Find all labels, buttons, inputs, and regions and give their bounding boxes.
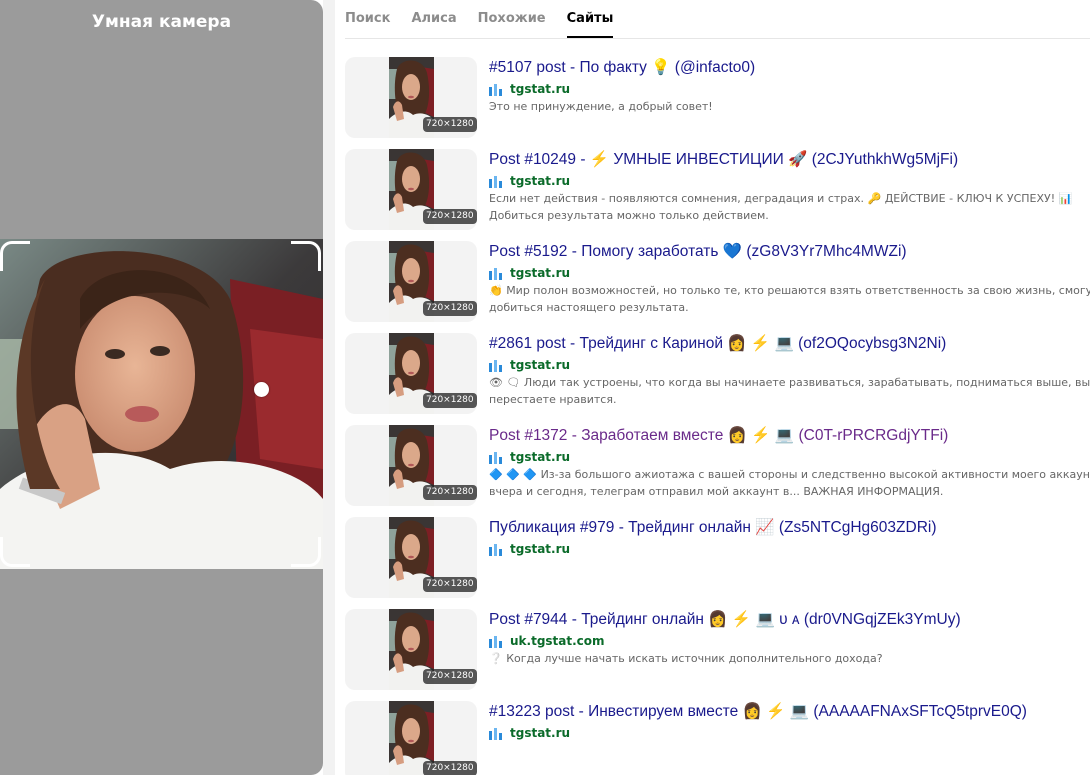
result-snippet-line: ❔ Когда лучше начать искать источник доп… xyxy=(489,652,883,665)
site-name: tgstat.ru xyxy=(510,542,571,556)
tab-sites[interactable]: Сайты xyxy=(566,1,614,38)
site-name: tgstat.ru xyxy=(510,450,571,464)
image-size-badge: 720×1280 xyxy=(423,209,477,224)
result-thumbnail[interactable]: 720×1280 xyxy=(345,149,477,230)
result-item[interactable]: 720×1280 Post #5192 - Помогу заработать 💙… xyxy=(345,241,1090,323)
tab-alice[interactable]: Алиса xyxy=(411,1,456,38)
tab-search[interactable]: Поиск xyxy=(345,1,390,38)
result-snippet: 👁 🗨 Люди так устроены, что когда вы начи… xyxy=(489,375,1090,408)
crop-corner-bottom-left[interactable] xyxy=(0,537,30,567)
site-favicon-icon xyxy=(489,543,510,556)
result-item[interactable]: 720×1280 #5107 post - По факту 💡 (@infact… xyxy=(345,57,1090,139)
result-snippet: 👏 Мир полон возможностей, но только те, … xyxy=(489,283,1090,316)
image-size-badge: 720×1280 xyxy=(423,577,477,592)
smart-camera-panel: Умная камера xyxy=(0,0,323,775)
result-thumbnail[interactable]: 720×1280 xyxy=(345,333,477,414)
result-snippet-line: вчера и сегодня, телеграм отправил мой а… xyxy=(489,484,944,498)
site-favicon-icon xyxy=(489,359,510,372)
result-title-link[interactable]: #5107 post - По факту 💡 (@infacto0) xyxy=(489,58,755,77)
result-snippet-line: 🔷 🔷 🔷 Из-за большого ажиотажа с вашей ст… xyxy=(489,468,1090,481)
image-size-badge: 720×1280 xyxy=(423,485,477,500)
result-item[interactable]: 720×1280 #13223 post - Инвестируем вместе… xyxy=(345,701,1090,775)
result-snippet-line: Это не принуждение, а добрый совет! xyxy=(489,100,713,113)
result-snippet-line: 👁 🗨 Люди так устроены, что когда вы начи… xyxy=(489,376,1090,389)
result-item[interactable]: 720×1280 Post #7944 - Трейдинг онлайн 👩 ⚡… xyxy=(345,609,1090,691)
image-size-badge: 720×1280 xyxy=(423,301,477,316)
site-name: tgstat.ru xyxy=(510,266,571,280)
result-title-link[interactable]: Post #7944 - Трейдинг онлайн 👩 ⚡ 💻 ᴜ ᴀ (… xyxy=(489,610,961,629)
result-site-link[interactable]: tgstat.ru xyxy=(489,726,570,740)
result-site-link[interactable]: tgstat.ru xyxy=(489,358,570,372)
panel-title: Умная камера xyxy=(91,12,232,32)
result-thumbnail[interactable]: 720×1280 xyxy=(345,701,477,775)
result-snippet-line: добиться настоящего результата. xyxy=(489,300,689,314)
site-favicon-icon xyxy=(489,267,510,280)
site-name: tgstat.ru xyxy=(510,358,571,372)
result-snippet: ❔ Когда лучше начать искать источник доп… xyxy=(489,651,1090,668)
crop-corner-top-left[interactable] xyxy=(0,241,30,271)
site-name: tgstat.ru xyxy=(510,726,571,740)
result-site-link[interactable]: uk.tgstat.com xyxy=(489,634,605,648)
query-photo xyxy=(0,239,323,569)
camera-crop-area[interactable] xyxy=(0,239,323,569)
site-name: tgstat.ru xyxy=(510,82,571,96)
result-item[interactable]: 720×1280 Публикация #979 - Трейдинг онлай… xyxy=(345,517,1090,599)
result-thumbnail[interactable]: 720×1280 xyxy=(345,241,477,322)
site-favicon-icon xyxy=(489,175,510,188)
result-snippet: Если нет действия - появляются сомнения,… xyxy=(489,191,1090,224)
result-site-link[interactable]: tgstat.ru xyxy=(489,82,570,96)
result-site-link[interactable]: tgstat.ru xyxy=(489,542,570,556)
result-thumbnail[interactable]: 720×1280 xyxy=(345,609,477,690)
result-item[interactable]: 720×1280 Post #10249 - ⚡ УМНЫЕ ИНВЕСТИЦИИ… xyxy=(345,149,1090,231)
result-snippet: Это не принуждение, а добрый совет! xyxy=(489,99,1090,116)
image-size-badge: 720×1280 xyxy=(423,761,477,775)
result-title-link[interactable]: Post #5192 - Помогу заработать 💙 (zG8V3Y… xyxy=(489,242,907,261)
result-snippet-line: Если нет действия - появляются сомнения,… xyxy=(489,192,1073,205)
site-name: tgstat.ru xyxy=(510,174,571,188)
crop-drag-handle[interactable] xyxy=(254,382,269,397)
result-snippet-line: 👏 Мир полон возможностей, но только те, … xyxy=(489,284,1090,297)
result-title-link[interactable]: Post #1372 - Заработаем вместе 👩 ⚡ 💻 (C0… xyxy=(489,426,948,445)
image-size-badge: 720×1280 xyxy=(423,117,477,132)
result-item[interactable]: 720×1280 Post #1372 - Заработаем вместе 👩… xyxy=(345,425,1090,507)
app-root: Умная камера Поиск Алиса Похожие Сайты 7… xyxy=(0,0,1090,775)
result-thumbnail[interactable]: 720×1280 xyxy=(345,517,477,598)
result-thumbnail[interactable]: 720×1280 xyxy=(345,425,477,506)
panel-scroll-gutter xyxy=(323,0,335,775)
result-item[interactable]: 720×1280 #2861 post - Трейдинг с Кариной … xyxy=(345,333,1090,415)
result-title-link[interactable]: #2861 post - Трейдинг с Кариной 👩 ⚡ 💻 (o… xyxy=(489,334,946,353)
result-title-link[interactable]: Публикация #979 - Трейдинг онлайн 📈 (Zs5… xyxy=(489,518,937,537)
result-title-link[interactable]: Post #10249 - ⚡ УМНЫЕ ИНВЕСТИЦИИ 🚀 (2CJY… xyxy=(489,150,958,169)
result-snippet-line: перестаете нравится. xyxy=(489,392,617,406)
crop-corner-bottom-right[interactable] xyxy=(291,537,321,567)
image-size-badge: 720×1280 xyxy=(423,393,477,408)
result-thumbnail[interactable]: 720×1280 xyxy=(345,57,477,138)
image-size-badge: 720×1280 xyxy=(423,669,477,684)
site-favicon-icon xyxy=(489,83,510,96)
result-site-link[interactable]: tgstat.ru xyxy=(489,174,570,188)
result-snippet-line: Добиться результата можно только действи… xyxy=(489,208,769,222)
result-title-link[interactable]: #13223 post - Инвестируем вместе 👩 ⚡ 💻 (… xyxy=(489,702,1027,721)
site-name: uk.tgstat.com xyxy=(510,634,605,648)
tab-similar[interactable]: Похожие xyxy=(478,1,546,38)
result-tabs: Поиск Алиса Похожие Сайты xyxy=(345,0,1090,39)
result-site-link[interactable]: tgstat.ru xyxy=(489,266,570,280)
site-favicon-icon xyxy=(489,727,510,740)
site-favicon-icon xyxy=(489,451,510,464)
crop-corner-top-right[interactable] xyxy=(291,241,321,271)
site-favicon-icon xyxy=(489,635,510,648)
result-snippet: 🔷 🔷 🔷 Из-за большого ажиотажа с вашей ст… xyxy=(489,467,1090,500)
result-site-link[interactable]: tgstat.ru xyxy=(489,450,570,464)
